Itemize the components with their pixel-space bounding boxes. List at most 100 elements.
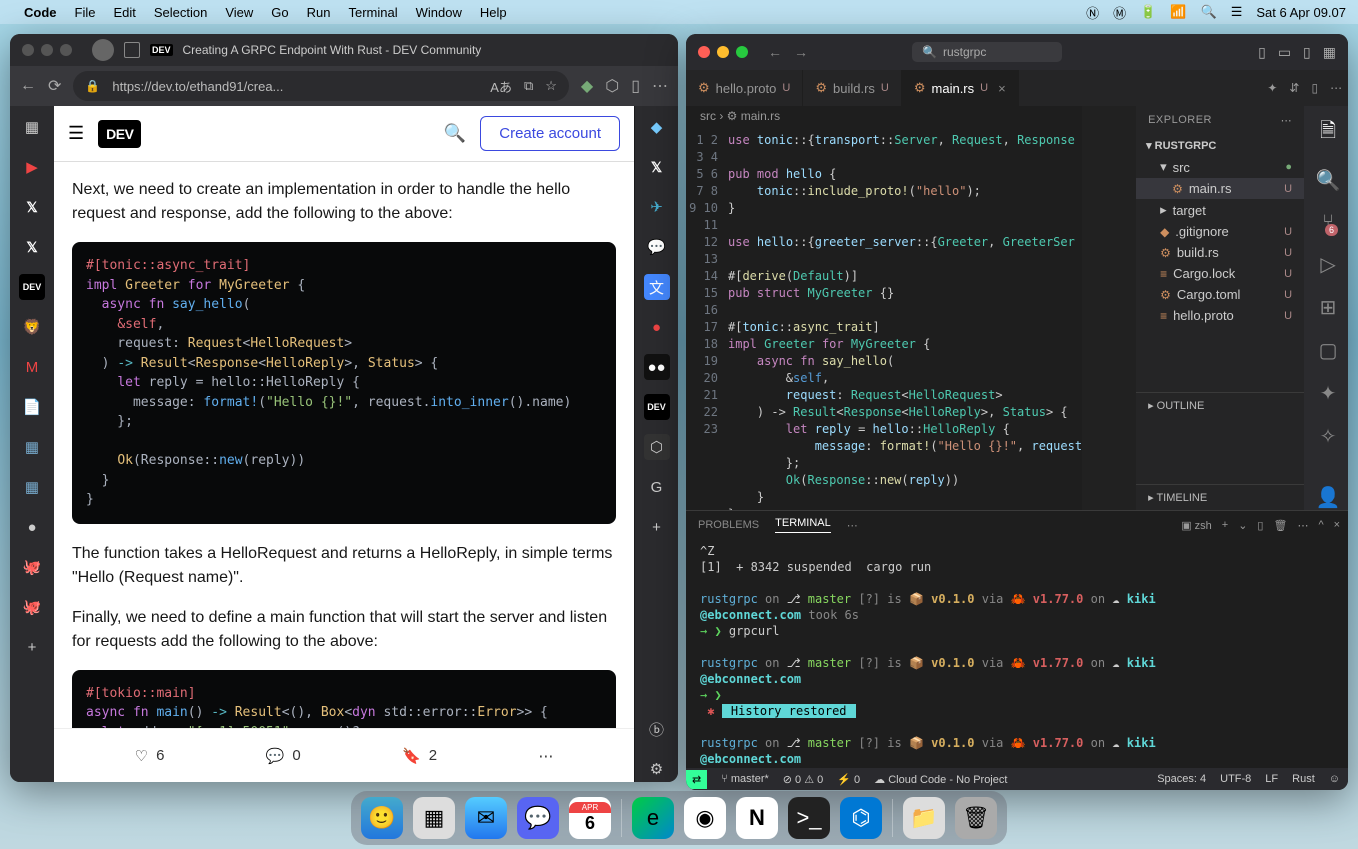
layout-icon[interactable]: ▦	[1323, 44, 1336, 61]
workspace-root[interactable]: ▾ RUSTGRPC	[1136, 135, 1304, 156]
terminal-tab[interactable]: TERMINAL	[775, 517, 831, 533]
menu-file[interactable]: File	[75, 5, 96, 20]
timeline-section[interactable]: ▸ TIMELINE	[1136, 484, 1304, 510]
notion-app[interactable]: N	[736, 797, 778, 839]
search-icon[interactable]: 🔍	[444, 123, 466, 144]
new-terminal-icon[interactable]: +	[1222, 519, 1228, 531]
problems-status[interactable]: ⊘ 0 ⚠ 0	[783, 773, 823, 786]
gmail-pin[interactable]: M	[19, 354, 45, 380]
favorite-icon[interactable]: ☆	[545, 78, 557, 94]
menu-selection[interactable]: Selection	[154, 5, 207, 20]
account-icon[interactable]: 👤	[1316, 485, 1341, 510]
discord-app[interactable]: 💬	[517, 797, 559, 839]
more-icon[interactable]: ⋯	[652, 76, 668, 96]
kill-terminal-icon[interactable]: 🗑	[1273, 519, 1287, 532]
tab-build-rs[interactable]: ⚙build.rs U	[803, 70, 902, 106]
vscode-app[interactable]: ⌬	[840, 797, 882, 839]
launchpad-app[interactable]: ▦	[413, 797, 455, 839]
terminal[interactable]: ^Z [1] + 8342 suspended cargo run rustgr…	[686, 539, 1348, 768]
remote-icon[interactable]: ▢	[1319, 338, 1338, 363]
add-tab[interactable]: +	[19, 634, 45, 660]
create-account-button[interactable]: Create account	[480, 116, 620, 151]
debug-icon[interactable]: ▷	[1320, 252, 1335, 277]
extensions-icon[interactable]: ⊞	[1320, 295, 1337, 320]
trash[interactable]: 🗑	[955, 797, 997, 839]
explorer-icon[interactable]: 🗎	[1320, 116, 1336, 150]
shell-select[interactable]: ▣ zsh	[1181, 519, 1212, 532]
tab-hello-proto[interactable]: ⚙hello.proto U	[686, 70, 803, 106]
address-bar[interactable]: 🔒 https://dev.to/ethand91/crea... Aあ ⧉ ☆	[73, 71, 569, 101]
remote-indicator[interactable]: ⇄	[686, 770, 707, 789]
encoding-status[interactable]: UTF-8	[1220, 773, 1251, 785]
clock[interactable]: Sat 6 Apr 09.07	[1256, 5, 1346, 20]
vscode-titlebar[interactable]: ← → 🔍 rustgrpc ▯ ▭ ▯ ▦	[686, 34, 1348, 70]
github-pin[interactable]: 🐙	[19, 554, 45, 580]
panel-more-icon[interactable]: ⋯	[1297, 519, 1308, 532]
dev-logo[interactable]: DEV	[98, 120, 141, 148]
copilot-icon[interactable]: ◆	[581, 76, 593, 96]
sparkle-icon[interactable]: ✦	[1267, 81, 1277, 95]
layout-bottom-icon[interactable]: ▭	[1278, 44, 1291, 61]
split-editor-icon[interactable]: ▯	[1311, 81, 1318, 95]
wifi-icon[interactable]: 📶	[1170, 4, 1186, 20]
github-pin-2[interactable]: 🐙	[19, 594, 45, 620]
port-status[interactable]: ⚡ 0	[837, 773, 860, 786]
back-button[interactable]: ←	[20, 77, 36, 95]
like-button[interactable]: ♡ 6	[135, 747, 165, 765]
bing-side-icon[interactable]: ⓑ	[644, 716, 670, 742]
language-status[interactable]: Rust	[1292, 773, 1315, 785]
tab-main-rs[interactable]: ⚙main.rs U×	[902, 70, 1019, 106]
workspaces-icon[interactable]	[124, 42, 140, 58]
more-icon[interactable]: ⋯	[1330, 81, 1342, 95]
app-status-icon[interactable]: Ⓜ	[1113, 3, 1126, 22]
folder-src[interactable]: ▾ src●	[1136, 156, 1304, 178]
x-side-icon[interactable]: 𝕏	[644, 154, 670, 180]
menu-window[interactable]: Window	[416, 5, 462, 20]
ai-icon[interactable]: ✦	[1320, 381, 1337, 406]
youtube-pin[interactable]: ▶	[19, 154, 45, 180]
nav-back[interactable]: ←	[768, 44, 782, 60]
code-content[interactable]: use tonic::{transport::Server, Request, …	[728, 106, 1082, 510]
profile-icon[interactable]	[92, 39, 114, 61]
dev-pin[interactable]: DEV	[19, 274, 45, 300]
x-pin[interactable]: 𝕏	[19, 194, 45, 220]
more-button[interactable]: ⋯	[538, 747, 553, 765]
panel-more[interactable]: ⋯	[847, 519, 858, 532]
read-aloud-icon[interactable]: Aあ	[490, 77, 512, 96]
command-center[interactable]: 🔍 rustgrpc	[912, 42, 1062, 62]
outline-section[interactable]: ▸ OUTLINE	[1136, 392, 1304, 418]
traffic-lights[interactable]	[22, 44, 72, 56]
chevron-down-icon[interactable]: ⌄	[1238, 519, 1247, 532]
branch-status[interactable]: ⑂ master*	[721, 773, 769, 785]
brave-pin[interactable]: 🦁	[19, 314, 45, 340]
bookmark-button[interactable]: 🔖 2	[402, 747, 437, 765]
menu-help[interactable]: Help	[480, 5, 507, 20]
browser-titlebar[interactable]: DEV Creating A GRPC Endpoint With Rust -…	[10, 34, 678, 66]
extra-icon[interactable]: ✧	[1320, 424, 1337, 449]
layout-left-icon[interactable]: ▯	[1258, 44, 1266, 61]
menu-view[interactable]: View	[225, 5, 253, 20]
file-build-rs[interactable]: ⚙ build.rsU	[1136, 242, 1304, 263]
doc-pin[interactable]: 📄	[19, 394, 45, 420]
code-editor[interactable]: src › ⚙ main.rs 1 2 3 4 5 6 7 8 9 10 11 …	[686, 106, 1136, 510]
terminal-app[interactable]: >_	[788, 797, 830, 839]
meet-pin[interactable]: ●	[19, 514, 45, 540]
add-side[interactable]: +	[644, 514, 670, 540]
spotlight-icon[interactable]: 🔍	[1201, 4, 1217, 20]
split-icon[interactable]: ▯	[631, 76, 640, 96]
chatgpt-icon[interactable]: ⬡	[644, 434, 670, 460]
finder-app[interactable]: 🙂	[361, 797, 403, 839]
problems-tab[interactable]: PROBLEMS	[698, 519, 759, 531]
diff-icon[interactable]: ⇵	[1289, 81, 1299, 95]
source-control-icon[interactable]: ⑂	[1322, 211, 1334, 234]
comment-button[interactable]: 💬 0	[266, 747, 301, 765]
indent-status[interactable]: Spaces: 4	[1157, 773, 1206, 785]
tabs-icon[interactable]: ▦	[19, 114, 45, 140]
devto-icon[interactable]: DEV	[644, 394, 670, 420]
layout-right-icon[interactable]: ▯	[1303, 44, 1311, 61]
control-center-icon[interactable]: ☰	[1231, 4, 1243, 20]
translate-icon[interactable]: 文	[644, 274, 670, 300]
close-panel-icon[interactable]: ×	[1334, 519, 1340, 531]
telegram-icon[interactable]: ✈	[644, 194, 670, 220]
file-main-rs[interactable]: ⚙ main.rsU	[1136, 178, 1304, 199]
